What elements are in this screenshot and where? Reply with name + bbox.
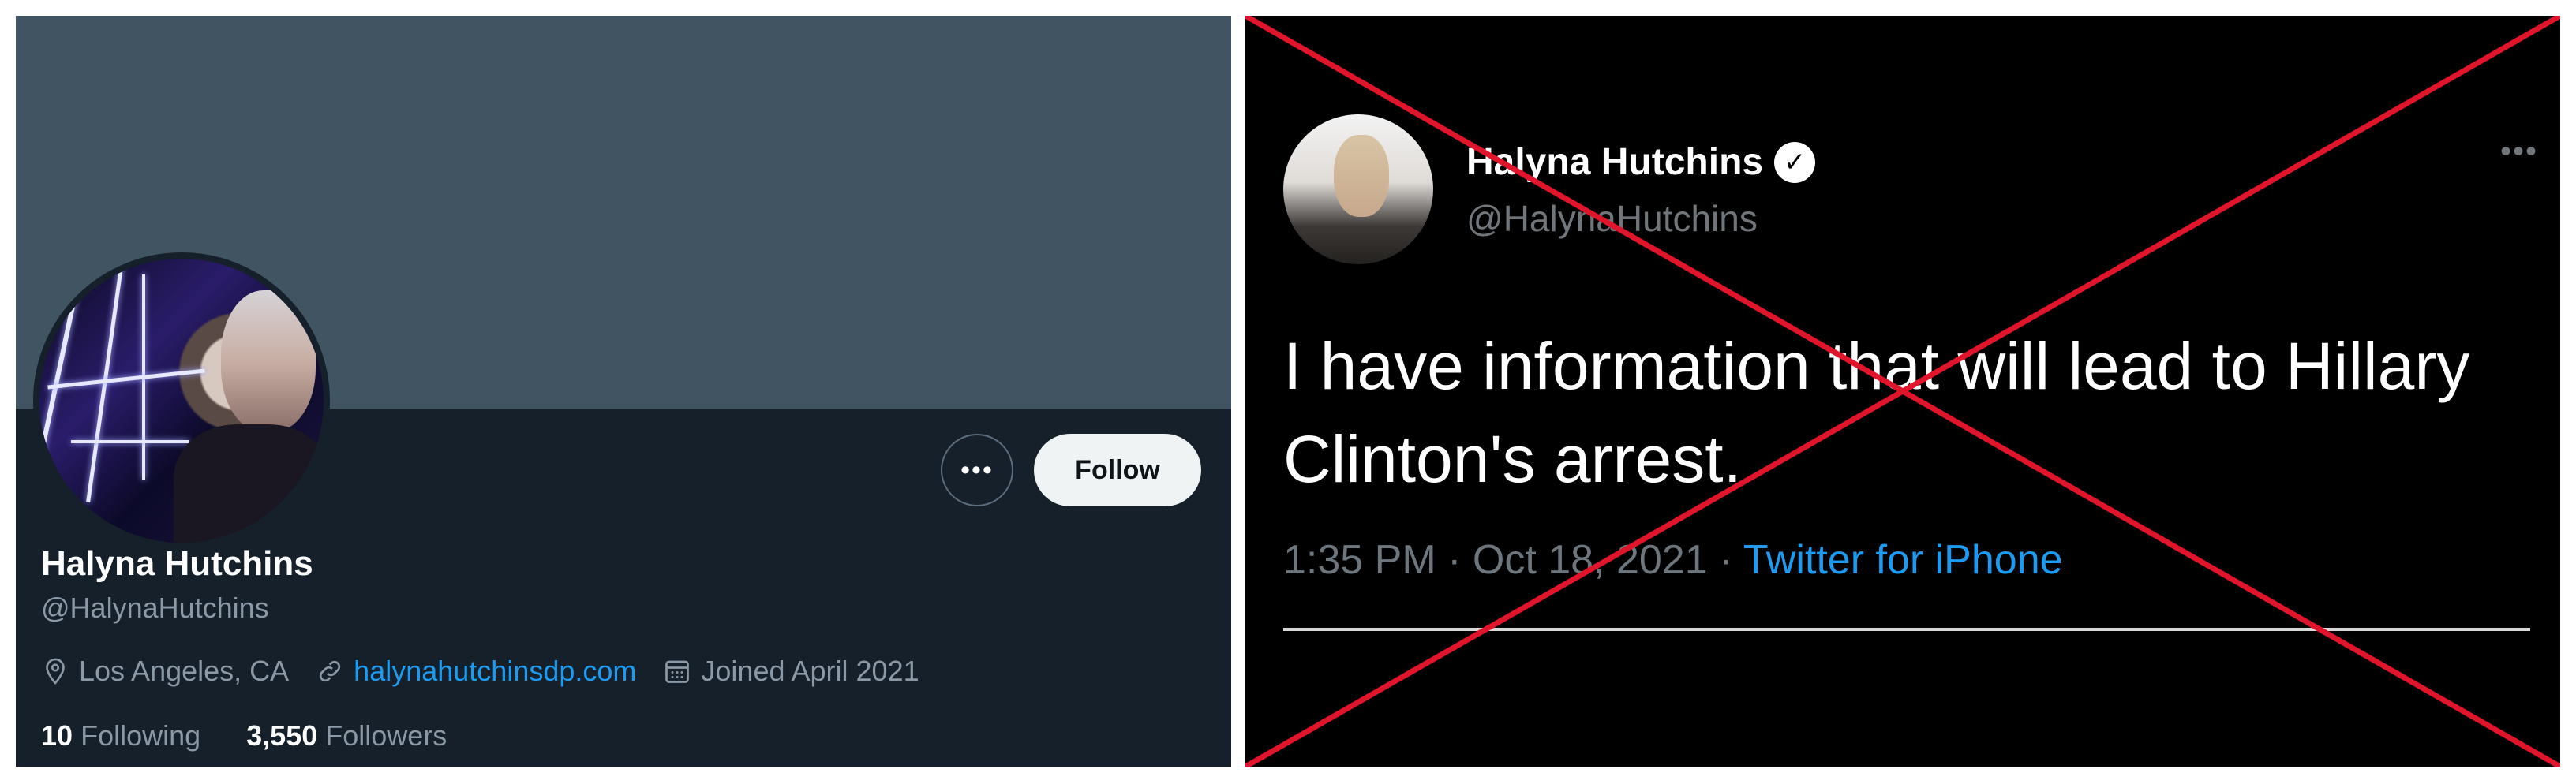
- profile-panel: ••• Follow Halyna Hutchins @HalynaHutchi…: [16, 16, 1231, 767]
- profile-handle: @HalynaHutchins: [41, 592, 269, 624]
- tweet-panel: Halyna Hutchins ✓ @HalynaHutchins ••• I …: [1245, 16, 2560, 767]
- joined-text: Joined April 2021: [701, 655, 919, 687]
- location-item: Los Angeles, CA: [41, 655, 289, 688]
- following-label: Following: [80, 719, 201, 752]
- location-pin-icon: [46, 658, 65, 685]
- website-link[interactable]: halynahutchinsdp.com: [354, 655, 636, 688]
- red-x-cross-overlay: [1245, 16, 2560, 767]
- following-count: 10: [41, 719, 73, 752]
- calendar-icon: [665, 660, 690, 683]
- link-icon: [320, 660, 341, 682]
- more-options-button[interactable]: •••: [941, 434, 1013, 506]
- followers-label: Followers: [325, 719, 447, 752]
- profile-stats: 10 Following 3,550 Followers: [41, 719, 485, 752]
- follow-button[interactable]: Follow: [1034, 434, 1201, 506]
- profile-meta: Los Angeles, CA halynahutchinsdp.com Joi…: [41, 655, 946, 688]
- followers-count: 3,550: [246, 719, 318, 752]
- more-dots-icon: •••: [960, 454, 994, 485]
- website-item[interactable]: halynahutchinsdp.com: [316, 655, 636, 688]
- joined-item: Joined April 2021: [663, 655, 919, 688]
- profile-name: Halyna Hutchins: [41, 544, 313, 583]
- location-text: Los Angeles, CA: [79, 655, 290, 687]
- followers-stat[interactable]: 3,550 Followers: [246, 719, 447, 752]
- profile-avatar[interactable]: [33, 252, 330, 549]
- following-stat[interactable]: 10 Following: [41, 719, 200, 752]
